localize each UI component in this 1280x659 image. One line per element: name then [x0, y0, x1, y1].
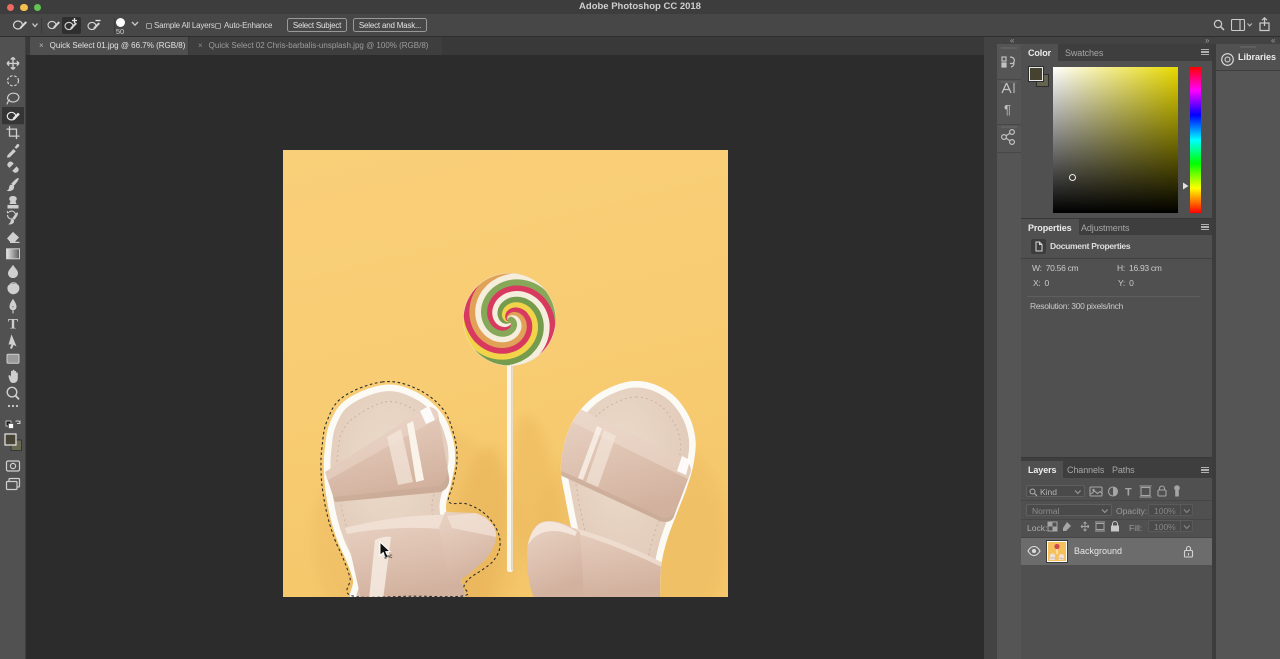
svg-text:¶: ¶ — [1004, 102, 1011, 117]
svg-text:T: T — [1125, 487, 1132, 499]
svg-text:T: T — [8, 317, 18, 333]
svg-text:✄: ✄ — [384, 552, 393, 563]
